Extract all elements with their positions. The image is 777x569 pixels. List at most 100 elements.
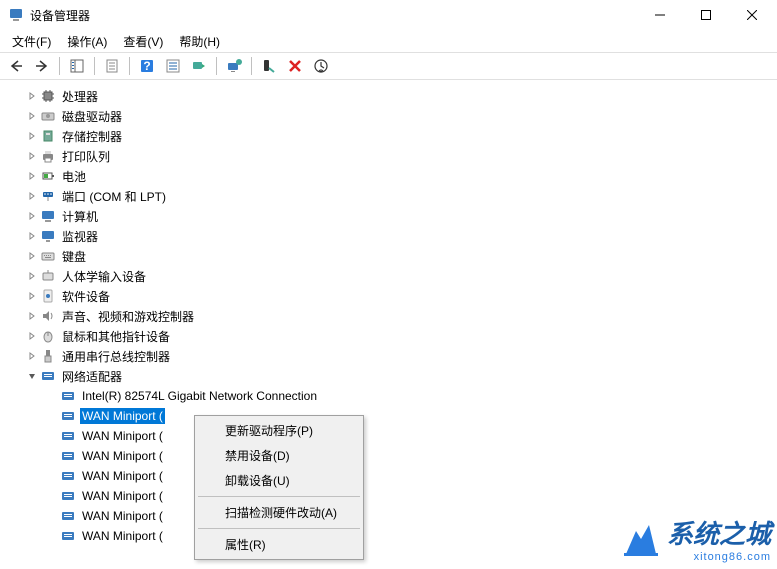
context-properties[interactable]: 属性(R) bbox=[197, 532, 361, 557]
expand-icon[interactable] bbox=[24, 208, 40, 224]
forward-button[interactable] bbox=[30, 55, 54, 77]
menu-view[interactable]: 查看(V) bbox=[115, 31, 171, 52]
tree-node[interactable]: 声音、视频和游戏控制器 bbox=[4, 306, 773, 326]
network-icon bbox=[60, 408, 76, 424]
tree-node-label[interactable]: 人体学输入设备 bbox=[60, 267, 148, 286]
monitor-icon bbox=[40, 228, 56, 244]
tree-node[interactable]: Intel(R) 82574L Gigabit Network Connecti… bbox=[4, 386, 773, 406]
uninstall-device-button[interactable] bbox=[283, 55, 307, 77]
properties-button[interactable] bbox=[100, 55, 124, 77]
expand-icon[interactable] bbox=[24, 228, 40, 244]
battery-icon bbox=[40, 168, 56, 184]
menu-action[interactable]: 操作(A) bbox=[59, 31, 115, 52]
tree-node-label[interactable]: 监视器 bbox=[60, 227, 100, 246]
expand-icon[interactable] bbox=[24, 348, 40, 364]
expand-icon[interactable] bbox=[24, 268, 40, 284]
tree-node-label[interactable]: WAN Miniport ( bbox=[80, 488, 165, 504]
tree-node-label[interactable]: 存储控制器 bbox=[60, 127, 124, 146]
tree-node[interactable]: WAN Miniport ( bbox=[4, 446, 773, 466]
tree-node-label[interactable]: 计算机 bbox=[60, 207, 100, 226]
tree-node-label[interactable]: Intel(R) 82574L Gigabit Network Connecti… bbox=[80, 388, 319, 404]
tree-node[interactable]: 磁盘驱动器 bbox=[4, 106, 773, 126]
tree-node-label[interactable]: WAN Miniport ( bbox=[80, 528, 165, 544]
close-button[interactable] bbox=[729, 0, 775, 30]
tree-node-label[interactable]: 处理器 bbox=[60, 87, 100, 106]
collapse-icon[interactable] bbox=[24, 368, 40, 384]
tree-node[interactable]: WAN Miniport ( bbox=[4, 486, 773, 506]
tree-node[interactable]: 端口 (COM 和 LPT) bbox=[4, 186, 773, 206]
menu-file[interactable]: 文件(F) bbox=[4, 31, 59, 52]
expand-icon[interactable] bbox=[24, 248, 40, 264]
tree-node[interactable]: 打印队列 bbox=[4, 146, 773, 166]
tree-node-label[interactable]: 软件设备 bbox=[60, 287, 112, 306]
tree-node[interactable]: 软件设备 bbox=[4, 286, 773, 306]
expand-icon[interactable] bbox=[24, 328, 40, 344]
expand-icon[interactable] bbox=[24, 188, 40, 204]
tree-node-label[interactable]: 键盘 bbox=[60, 247, 88, 266]
action-button[interactable] bbox=[161, 55, 185, 77]
tree-node-label[interactable]: 通用串行总线控制器 bbox=[60, 347, 172, 366]
tree-node[interactable]: 键盘 bbox=[4, 246, 773, 266]
update-driver-button[interactable] bbox=[222, 55, 246, 77]
tree-node[interactable]: 人体学输入设备 bbox=[4, 266, 773, 286]
menu-help[interactable]: 帮助(H) bbox=[171, 31, 228, 52]
menubar: 文件(F) 操作(A) 查看(V) 帮助(H) bbox=[0, 30, 777, 52]
expand-icon[interactable] bbox=[24, 108, 40, 124]
tree-node[interactable]: 网络适配器 bbox=[4, 366, 773, 386]
tree-node-label[interactable]: 磁盘驱动器 bbox=[60, 107, 124, 126]
tree-node-label[interactable]: WAN Miniport ( bbox=[80, 508, 165, 524]
device-button[interactable] bbox=[309, 55, 333, 77]
tree-node-label[interactable]: WAN Miniport ( bbox=[80, 428, 165, 444]
tree-node-label[interactable]: 端口 (COM 和 LPT) bbox=[60, 187, 168, 206]
expand-icon[interactable] bbox=[24, 168, 40, 184]
expander-placeholder bbox=[44, 428, 60, 444]
tree-node[interactable]: WAN Miniport ( bbox=[4, 506, 773, 526]
window-title: 设备管理器 bbox=[30, 7, 637, 24]
expander-placeholder bbox=[44, 468, 60, 484]
expand-icon[interactable] bbox=[24, 128, 40, 144]
context-scan-hardware[interactable]: 扫描检测硬件改动(A) bbox=[197, 500, 361, 525]
tree-node[interactable]: 存储控制器 bbox=[4, 126, 773, 146]
disk-icon bbox=[40, 108, 56, 124]
expand-icon[interactable] bbox=[24, 288, 40, 304]
tree-node[interactable]: 监视器 bbox=[4, 226, 773, 246]
disable-device-button[interactable] bbox=[257, 55, 281, 77]
tree-node-label[interactable]: 网络适配器 bbox=[60, 367, 124, 386]
sound-icon bbox=[40, 308, 56, 324]
context-disable-device[interactable]: 禁用设备(D) bbox=[197, 443, 361, 468]
tree-node[interactable]: WAN Miniport ( bbox=[4, 426, 773, 446]
tree-node[interactable]: 鼠标和其他指针设备 bbox=[4, 326, 773, 346]
tree-node[interactable]: 计算机 bbox=[4, 206, 773, 226]
titlebar: 设备管理器 bbox=[0, 0, 777, 30]
minimize-button[interactable] bbox=[637, 0, 683, 30]
network-cat-icon bbox=[40, 368, 56, 384]
expand-icon[interactable] bbox=[24, 308, 40, 324]
tree-node[interactable]: WAN Miniport ( bbox=[4, 406, 773, 426]
show-hide-tree-button[interactable] bbox=[65, 55, 89, 77]
expander-placeholder bbox=[44, 508, 60, 524]
storage-icon bbox=[40, 128, 56, 144]
back-button[interactable] bbox=[4, 55, 28, 77]
tree-node[interactable]: 处理器 bbox=[4, 86, 773, 106]
context-update-driver[interactable]: 更新驱动程序(P) bbox=[197, 418, 361, 443]
network-icon bbox=[60, 528, 76, 544]
tree-node-label[interactable]: 电池 bbox=[60, 167, 88, 186]
expand-icon[interactable] bbox=[24, 148, 40, 164]
scan-hardware-button[interactable] bbox=[187, 55, 211, 77]
tree-node-label[interactable]: 打印队列 bbox=[60, 147, 112, 166]
expander-placeholder bbox=[44, 528, 60, 544]
tree-node-label[interactable]: 鼠标和其他指针设备 bbox=[60, 327, 172, 346]
tree-node[interactable]: WAN Miniport ( bbox=[4, 526, 773, 546]
tree-node-label[interactable]: WAN Miniport ( bbox=[80, 448, 165, 464]
context-uninstall-device[interactable]: 卸载设备(U) bbox=[197, 468, 361, 493]
help-button[interactable]: ? bbox=[135, 55, 159, 77]
tree-node-label[interactable]: WAN Miniport ( bbox=[80, 408, 165, 424]
maximize-button[interactable] bbox=[683, 0, 729, 30]
tree-node-label[interactable]: 声音、视频和游戏控制器 bbox=[60, 307, 196, 326]
tree-node-label[interactable]: WAN Miniport ( bbox=[80, 468, 165, 484]
expand-icon[interactable] bbox=[24, 88, 40, 104]
tree-node[interactable]: WAN Miniport ( bbox=[4, 466, 773, 486]
device-tree[interactable]: 处理器磁盘驱动器存储控制器打印队列电池端口 (COM 和 LPT)计算机监视器键… bbox=[0, 80, 777, 569]
tree-node[interactable]: 通用串行总线控制器 bbox=[4, 346, 773, 366]
tree-node[interactable]: 电池 bbox=[4, 166, 773, 186]
